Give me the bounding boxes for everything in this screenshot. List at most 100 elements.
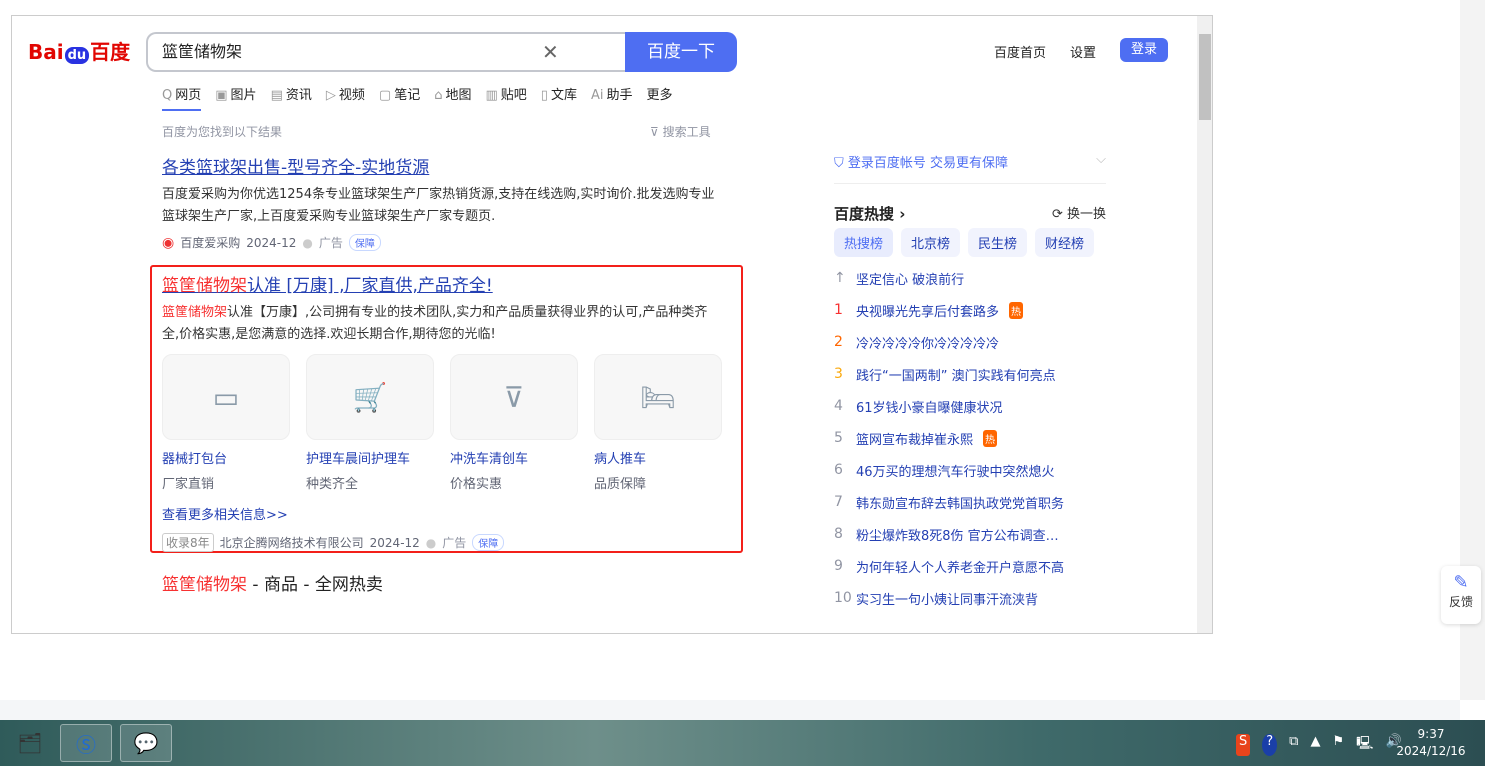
hot-item-text: 为何年轻人个人养老金开户意愿不高	[856, 560, 1065, 576]
hot-search-title[interactable]: 百度热搜 ›	[834, 203, 905, 224]
hot-item[interactable]: 7 韩东勋宣布辞去韩国执政党党首职务	[834, 486, 1106, 518]
tab-5[interactable]: ⌂ 地图	[434, 84, 471, 111]
hot-item-text: 61岁钱小豪自曝健康状况	[856, 400, 1003, 416]
product-sub: 品质保障	[594, 477, 647, 492]
search-result: 各类篮球架出售-型号齐全-实地货源 百度爱采购为你优选1254条专业篮球架生产厂…	[162, 153, 722, 251]
action-center-flag-icon[interactable]: ⚑	[1332, 734, 1344, 756]
hot-title-text: 百度热搜	[834, 205, 895, 223]
settings-link[interactable]: 设置	[1070, 42, 1096, 61]
help-icon[interactable]: ?	[1262, 734, 1278, 756]
hot-item[interactable]: 10 实习生一句小姨让同事汗流浃背	[834, 582, 1106, 614]
tab-label: 文库	[550, 88, 577, 103]
desc-keyword: 篮筐储物架	[162, 305, 228, 320]
dropdown-icon[interactable]: ●	[302, 236, 312, 250]
clear-icon[interactable]: ✕	[542, 40, 559, 64]
product-image[interactable]: ⊽	[450, 354, 578, 440]
product-image[interactable]: ▭	[162, 354, 290, 440]
home-link[interactable]: 百度首页	[994, 42, 1046, 61]
hot-item[interactable]: 3 践行“一国两制” 澳门实践有何亮点	[834, 358, 1106, 390]
tab-4[interactable]: ▢ 笔记	[379, 84, 420, 111]
refresh-button[interactable]: ⟳ 换一换	[1052, 203, 1106, 224]
product-name[interactable]: 病人推车	[594, 448, 722, 467]
product-sub: 价格实惠	[450, 477, 503, 492]
dropdown-icon[interactable]: ●	[426, 536, 436, 550]
search-button[interactable]: 百度一下	[625, 32, 737, 72]
product-name[interactable]: 护理车晨间护理车	[306, 448, 434, 467]
tray-expand-icon[interactable]: ⧉	[1289, 734, 1298, 756]
hot-item[interactable]: 5 篮网宣布裁掉崔永熙热	[834, 422, 1106, 454]
tab-label: 助手	[606, 88, 633, 103]
tab-9[interactable]: 更多	[647, 84, 673, 111]
tab-1[interactable]: ▣ 图片	[215, 84, 256, 111]
hot-rank: 1	[834, 302, 843, 318]
result-source[interactable]: 百度爱采购	[180, 234, 240, 251]
hot-rank: 5	[834, 430, 843, 446]
tab-label: 图片	[230, 88, 257, 103]
wechat-taskbar-icon[interactable]: 💬	[120, 724, 172, 762]
desc-rest: 认准【万康】,公司拥有专业的技术团队,实力和产品质量获得业界的认可,产品种类齐全…	[162, 305, 708, 342]
system-tray: S ? ⧉ ▲ ⚑ 🖳 🔊	[1236, 734, 1402, 756]
result-date: 2024-12	[246, 235, 297, 250]
hot-item[interactable]: 1 央视曝光先享后付套路多热	[834, 294, 1106, 326]
guarantee-badge[interactable]: 保障	[348, 234, 381, 251]
more-info-link[interactable]: 查看更多相关信息>>	[162, 504, 722, 523]
tab-6[interactable]: ▥ 贴吧	[485, 84, 526, 111]
start-button[interactable]: 🗂	[4, 724, 56, 762]
chevron-down-icon[interactable]: ⌵	[1096, 152, 1106, 171]
product-name[interactable]: 器械打包台	[162, 448, 290, 467]
browser-viewport: Bai du 百度 篮筐储物架 ✕ 百度一下 百度首页 设置 登录 Q 网页 ▣ 图片 ▤ 资…	[11, 15, 1213, 634]
result-source[interactable]: 北京企腾网络技术有限公司	[220, 534, 364, 551]
tab-icon: ▤	[270, 88, 283, 103]
hot-tab-2[interactable]: 民生榜	[968, 228, 1028, 257]
tab-icon: ⌂	[434, 88, 443, 103]
hot-item[interactable]: 2 冷冷冷冷冷你冷冷冷冷冷	[834, 326, 1106, 358]
tab-3[interactable]: ▷ 视频	[326, 84, 365, 111]
hot-item[interactable]: 9 为何年轻人个人养老金开户意愿不高	[834, 550, 1106, 582]
result-date: 2024-12	[369, 535, 420, 550]
tab-label: 更多	[646, 88, 673, 103]
result-count: 百度为您找到以下结果	[162, 125, 283, 139]
product-card[interactable]: ⊽ 冲洗车清创车价格实惠	[450, 354, 578, 492]
tab-icon: ▢	[378, 88, 392, 103]
product-card[interactable]: 🛏 病人推车品质保障	[594, 354, 722, 492]
result-title-3[interactable]: 篮筐储物架 - 商品 - 全网热卖	[162, 570, 722, 595]
sogou-browser-taskbar-icon[interactable]: Ⓢ	[60, 724, 112, 762]
clock[interactable]: 9:37 2024/12/16	[1396, 726, 1466, 760]
product-sub: 厂家直销	[162, 477, 215, 492]
result-title[interactable]: 各类篮球架出售-型号齐全-实地货源	[162, 153, 722, 178]
tab-label: 笔记	[394, 88, 421, 103]
show-hidden-icons[interactable]: ▲	[1310, 734, 1320, 756]
hot-badge: 热	[1009, 301, 1024, 319]
product-card[interactable]: ▭ 器械打包台厂家直销	[162, 354, 290, 492]
tab-0[interactable]: Q 网页	[162, 84, 202, 111]
hot-tab-1[interactable]: 北京榜	[901, 228, 961, 257]
hot-item[interactable]: 6 46万买的理想汽车行驶中突然熄火	[834, 454, 1106, 486]
hot-rank: 3	[834, 366, 843, 382]
hot-item-text: 篮网宣布裁掉崔永熙	[856, 432, 974, 448]
network-icon[interactable]: 🖳	[1356, 734, 1373, 756]
product-card[interactable]: 🛒 护理车晨间护理车 种类齐全	[306, 354, 434, 492]
taskbar: 🗂 Ⓢ 💬 S ? ⧉ ▲ ⚑ 🖳 🔊 9:37 2024/12/16	[0, 720, 1485, 766]
scrollbar-thumb[interactable]	[1199, 34, 1211, 120]
login-button[interactable]: 登录	[1120, 38, 1168, 62]
tab-7[interactable]: ▯ 文库	[541, 84, 577, 111]
search-tools-button[interactable]: ⊽ 搜索工具	[650, 123, 711, 140]
feedback-button[interactable]: ✎ 反馈	[1441, 566, 1481, 624]
product-name[interactable]: 冲洗车清创车	[450, 448, 578, 467]
sogou-ime-icon[interactable]: S	[1236, 734, 1251, 756]
hot-item[interactable]: 4 61岁钱小豪自曝健康状况	[834, 390, 1106, 422]
tab-8[interactable]: Ai 助手	[591, 84, 633, 111]
hot-tab-0[interactable]: 热搜榜	[834, 228, 894, 257]
hot-item[interactable]: 8 粉尘爆炸致8死8伤 官方公布调查…	[834, 518, 1106, 550]
product-image[interactable]: 🛏	[594, 354, 722, 440]
hot-rank: 10	[834, 590, 852, 606]
result-title[interactable]: 篮筐储物架认准 [万康] ,厂家直供,产品齐全!	[162, 271, 722, 296]
product-image[interactable]: 🛒	[306, 354, 434, 440]
hot-tab-3[interactable]: 财经榜	[1035, 228, 1095, 257]
tab-2[interactable]: ▤ 资讯	[271, 84, 312, 111]
title-rest: 认准 [万康] ,厂家直供,产品齐全!	[247, 276, 493, 296]
baidu-logo[interactable]: Bai du 百度	[28, 36, 130, 65]
guarantee-badge[interactable]: 保障	[472, 534, 505, 551]
login-tip[interactable]: ⛉ 登录百度帐号 交易更有保障 ⌵	[834, 152, 1106, 184]
hot-item-top[interactable]: ↑ 坚定信心 破浪前行	[834, 262, 1106, 294]
